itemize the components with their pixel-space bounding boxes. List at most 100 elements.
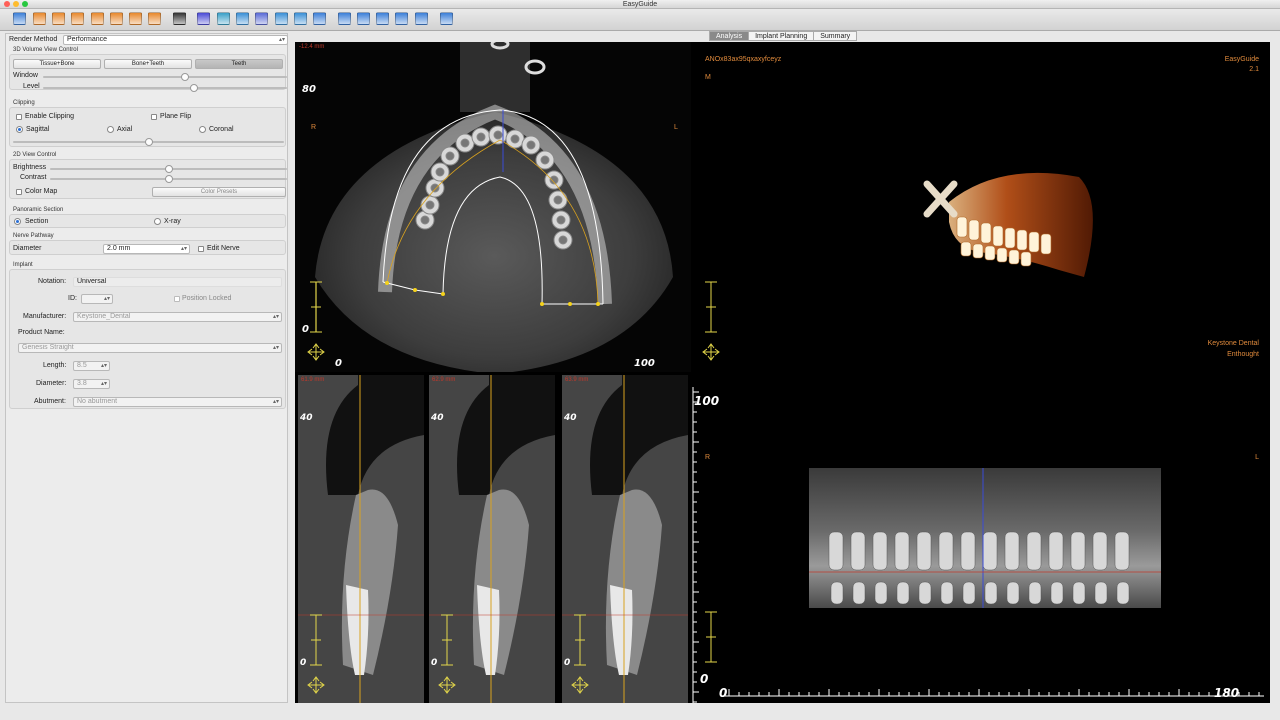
person-icon[interactable] <box>236 12 249 25</box>
tab-summary[interactable]: Summary <box>813 31 858 41</box>
abutment-label: Abutment: <box>34 398 66 405</box>
product-label: Product Name: <box>18 329 65 336</box>
xray-radio[interactable] <box>154 218 161 225</box>
render-method-select[interactable]: Performance ▴▾ <box>63 35 288 45</box>
view-icon[interactable] <box>395 12 408 25</box>
cross-y-zero-label: 0 <box>300 658 307 668</box>
doc-icon[interactable] <box>129 12 142 25</box>
axial-y-zero-label: 0 <box>302 324 309 335</box>
diameter-value: 3.8 <box>77 380 87 387</box>
plane-flip-checkbox[interactable] <box>151 114 157 120</box>
window-slider[interactable] <box>43 73 287 81</box>
section-radio[interactable] <box>14 218 21 225</box>
enable-clipping-label: Enable Clipping <box>25 113 75 120</box>
coronal-radio[interactable] <box>199 126 206 133</box>
crop-icon[interactable] <box>415 12 428 25</box>
notation-field[interactable]: Universal <box>73 277 282 287</box>
stepper-arrow-icon: ▴▾ <box>180 246 187 252</box>
position-locked-label: Position Locked <box>182 295 232 302</box>
pano-tooth-mark <box>1028 581 1042 605</box>
volume-control-title: 3D Volume View Control <box>13 47 78 53</box>
screen-icon[interactable] <box>313 12 326 25</box>
pano-tooth-mark <box>916 531 932 571</box>
tooth-root-mark <box>526 140 536 150</box>
pano-title: Panoramic Section <box>13 207 64 213</box>
enable-clipping-checkbox[interactable] <box>16 114 22 120</box>
brightness-label: Brightness <box>13 164 47 171</box>
scale-icon[interactable] <box>440 12 453 25</box>
measure-icon[interactable] <box>294 12 307 25</box>
view2d-title: 2D View Control <box>13 152 57 158</box>
pano-tooth-mark <box>872 531 888 571</box>
doc-icon[interactable] <box>91 12 104 25</box>
nerve-diameter-stepper[interactable]: 2.0 mm ▴▾ <box>103 244 190 254</box>
level-label: Level <box>23 83 40 90</box>
position-locked-checkbox[interactable] <box>174 296 180 302</box>
nerve-group: Diameter 2.0 mm ▴▾ Edit Nerve <box>9 240 286 255</box>
tooth-root-mark <box>476 132 486 142</box>
window-label: Window <box>13 72 38 79</box>
tooth-root-mark <box>435 167 445 177</box>
tab-implant-planning[interactable]: Implant Planning <box>748 31 815 41</box>
open-icon[interactable] <box>13 12 26 25</box>
plane-flip-label: Plane Flip <box>160 113 192 120</box>
volume-view[interactable]: ANOx83ax95qxaxyfceyz M EasyGuide 2.1 Key… <box>694 42 1270 703</box>
pano-tooth-mark <box>1006 581 1020 605</box>
contrast-slider[interactable] <box>50 175 287 183</box>
color-map-label: Color Map <box>25 188 58 195</box>
axial-right-marker: R <box>311 124 317 131</box>
doc-icon[interactable] <box>33 12 46 25</box>
cross-section-view[interactable]: 62.9 mm 40 0 <box>429 375 555 703</box>
color-presets-button[interactable]: Color Presets <box>152 187 286 197</box>
axial-radio[interactable] <box>107 126 114 133</box>
doc-icon[interactable] <box>110 12 123 25</box>
doc-icon[interactable] <box>52 12 65 25</box>
tooth-root-mark <box>425 200 435 210</box>
tooth-icon[interactable] <box>197 12 210 25</box>
grid-icon[interactable] <box>357 12 370 25</box>
doc-icon[interactable] <box>71 12 84 25</box>
manufacturer-select[interactable]: Keystone_Dental ▴▾ <box>73 312 282 322</box>
clip-slider-knob[interactable] <box>144 138 153 146</box>
pano-tooth-mark <box>960 531 976 571</box>
pen-icon[interactable] <box>275 12 288 25</box>
color-map-checkbox[interactable] <box>16 189 22 195</box>
brightness-slider[interactable] <box>50 165 287 173</box>
tooth-root-mark <box>510 134 520 144</box>
control-panel: Render Method Performance ▴▾ 3D Volume Vi… <box>5 33 288 703</box>
brightness-slider-knob[interactable] <box>164 165 173 173</box>
id-stepper[interactable]: ▴▾ <box>81 294 113 304</box>
volume-control-group: Tissue+Bone Bone+Teeth Teeth Window Leve… <box>9 54 287 92</box>
level-slider[interactable] <box>43 84 287 92</box>
notation-label: Notation: <box>38 278 67 285</box>
doc-icon[interactable] <box>148 12 161 25</box>
abutment-select[interactable]: No abutment ▴▾ <box>73 397 282 407</box>
length-label: Length: <box>43 362 67 369</box>
view-icon[interactable] <box>376 12 389 25</box>
product-select[interactable]: Genesis Straight ▴▾ <box>18 343 282 353</box>
ruler-icon[interactable] <box>255 12 268 25</box>
diameter-stepper[interactable]: 3.8 ▴▾ <box>73 379 110 389</box>
window-slider-knob[interactable] <box>180 73 189 81</box>
pano-tooth-mark <box>850 531 866 571</box>
sagittal-radio[interactable] <box>16 126 23 133</box>
film-icon[interactable] <box>173 12 186 25</box>
pan-icon <box>307 343 325 361</box>
axial-view[interactable]: -12.4 mm 80 0 0 100 R L <box>295 42 691 372</box>
xray-icon[interactable] <box>217 12 230 25</box>
level-slider-knob[interactable] <box>190 84 199 92</box>
bone-teeth-button[interactable]: Bone+Teeth <box>104 59 192 69</box>
edit-nerve-checkbox[interactable] <box>198 246 204 252</box>
length-stepper[interactable]: 8.5 ▴▾ <box>73 361 110 371</box>
teeth-button[interactable]: Teeth <box>195 59 283 69</box>
pano-tooth-mark <box>894 531 910 571</box>
tissue-bone-button[interactable]: Tissue+Bone <box>13 59 101 69</box>
tab-analysis[interactable]: Analysis <box>709 31 750 41</box>
cross-section-view[interactable]: 63.9 mm 40 0 <box>562 375 688 703</box>
pano-tooth-mark <box>982 531 998 571</box>
pano-tooth-mark <box>874 581 888 605</box>
cross-section-view[interactable]: 61.9 mm 40 0 <box>298 375 424 703</box>
contrast-slider-knob[interactable] <box>164 175 173 183</box>
clip-slider[interactable] <box>13 138 284 146</box>
layout-icon[interactable] <box>338 12 351 25</box>
